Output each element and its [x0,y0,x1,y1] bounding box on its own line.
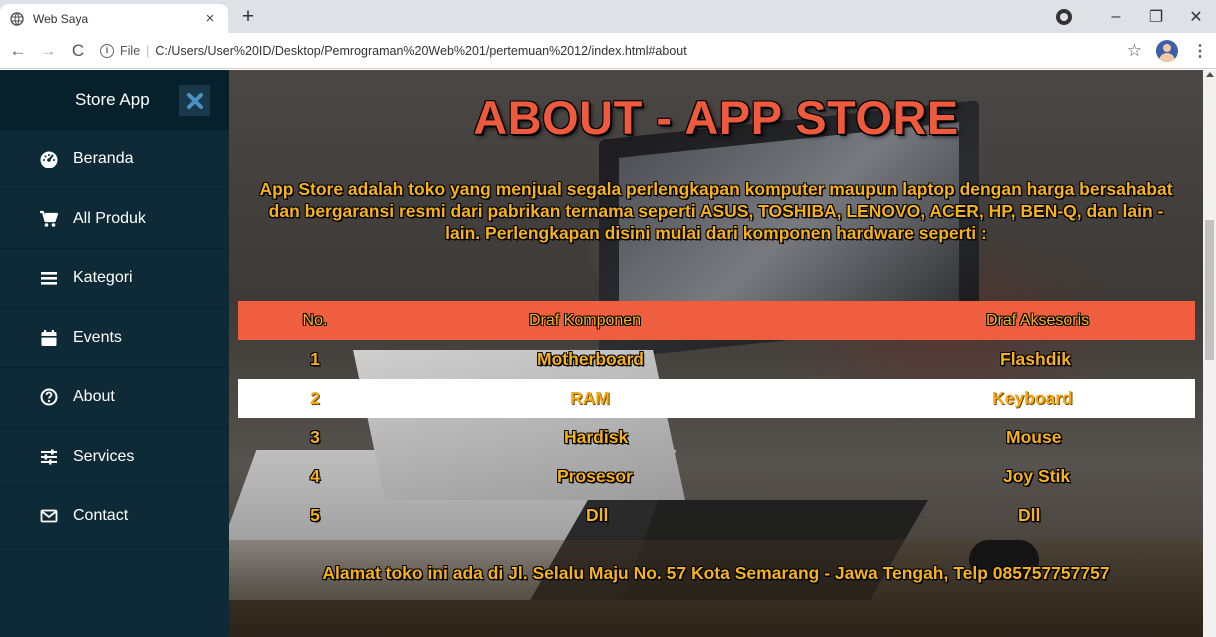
table-row: 2 RAM Keyboard [238,379,1195,418]
cell-aksesoris-text: Joy Stik [1003,466,1071,486]
cell-komponen: Prosesor [392,457,842,496]
sidebar-item-label: About [73,388,115,406]
list-icon [38,268,60,288]
cell-komponen-text: Motherboard [537,349,644,369]
forward-button[interactable]: → [36,41,60,61]
tachometer-icon [38,149,60,169]
sidebar-item-label: All Produk [73,209,146,227]
sidebar-item-label: Events [73,328,122,346]
new-tab-button[interactable]: + [236,5,260,29]
url-path: C:/Users/User%20ID/Desktop/Pemrograman%2… [155,43,687,58]
cell-no: 3 [310,427,320,447]
sidebar-item-contact[interactable]: Contact [0,487,229,547]
table-header-row: No. Draf Komponen Draf Aksesoris [238,301,1195,340]
sidebar-item-label: Services [73,447,135,465]
cell-komponen: RAM [392,379,842,418]
column-header-no: No. [238,301,392,340]
sidebar-close-button[interactable] [179,85,210,116]
address-footer: Alamat toko ini ada di Jl. Selalu Maju N… [322,563,1110,583]
sidebar-item-beranda[interactable]: Beranda [0,130,229,190]
cell-aksesoris: Joy Stik [842,457,1195,496]
url-separator: | [146,43,150,58]
cell-no: 1 [310,349,320,369]
cell-aksesoris-text: Flashdik [1000,349,1071,369]
cell-no: 5 [310,505,320,525]
sidebar-item-about[interactable]: About [0,368,229,428]
window-controls: – ❐ ✕ [1056,0,1216,33]
cell-aksesoris-text: Mouse [1006,427,1062,447]
profile-avatar[interactable] [1156,39,1178,62]
sidebar-item-label: Contact [73,507,129,525]
address-bar: ← → C i File | C:/Users/User%20ID/Deskto… [0,33,1216,69]
envelope-icon [38,506,60,526]
globe-icon [10,11,24,26]
sidebar-item-all-produk[interactable]: All Produk [0,190,229,249]
cell-komponen-text: RAM [570,388,610,408]
sidebar-item-services[interactable]: Services [0,428,229,487]
cell-aksesoris-text: Keyboard [992,388,1073,408]
cell-komponen: Hardisk [392,418,842,457]
column-header-aksesoris-label: Draf Aksesoris [986,311,1090,329]
back-button[interactable]: ← [6,41,30,61]
cell-komponen: Dll [392,496,842,535]
sidebar-item-kategori[interactable]: Kategori [0,249,229,309]
cell-aksesoris: Flashdik [842,340,1195,379]
column-header-komponen-label: Draf Komponen [529,311,642,329]
close-window-button[interactable]: ✕ [1176,7,1216,27]
cell-komponen: Motherboard [392,340,842,379]
column-header-aksesoris: Draf Aksesoris [842,301,1195,340]
cell-aksesoris-text: Dll [1018,505,1041,525]
column-header-komponen: Draf Komponen [392,301,842,340]
cart-icon [38,209,60,229]
cell-aksesoris: Keyboard [842,379,1195,418]
calendar-icon [38,328,60,348]
sidebar-title: Store App [75,90,150,109]
scroll-up-arrow-icon[interactable] [1206,72,1214,77]
url-scheme-label: File [120,43,141,58]
cell-no: 4 [310,466,320,486]
info-icon[interactable]: i [100,43,114,58]
table-row: 4 Prosesor Joy Stik [238,457,1195,496]
sidebar: Store App Beranda All Produk Kategori Ev… [0,70,229,637]
table-row: 3 Hardisk Mouse [238,418,1195,457]
table-row: 1 Motherboard Flashdik [238,340,1195,379]
browser-menu-icon[interactable]: ⋮ [1192,41,1208,61]
browser-tab-bar: Web Saya × + – ❐ ✕ [0,0,1216,33]
cell-komponen-text: Dll [586,505,609,525]
sidebar-item-label: Beranda [73,150,134,168]
minimize-button[interactable]: – [1096,8,1136,26]
cell-komponen-text: Hardisk [564,427,629,447]
page-scrollbar[interactable] [1203,70,1216,637]
cell-aksesoris: Dll [842,496,1195,535]
sidebar-item-events[interactable]: Events [0,309,229,368]
tab-close-icon[interactable]: × [202,10,218,27]
sidebar-item-label: Kategori [73,269,133,287]
tab-title: Web Saya [33,11,89,26]
url-field[interactable]: i File | C:/Users/User%20ID/Desktop/Pemr… [100,43,1127,58]
scroll-thumb[interactable] [1205,220,1214,360]
about-content: ABOUT - APP STORE App Store adalah toko … [229,70,1203,637]
cell-aksesoris: Mouse [842,418,1195,457]
sidebar-header: Store App [0,70,229,130]
restore-button[interactable]: ❐ [1136,7,1176,27]
reload-button[interactable]: C [66,41,90,61]
sliders-icon [38,447,60,467]
cell-no: 2 [238,379,392,418]
table-row: 5 Dll Dll [238,496,1195,535]
page-title: ABOUT - APP STORE [473,91,959,144]
product-table: No. Draf Komponen Draf Aksesoris 1 Mothe… [238,301,1195,535]
cell-komponen-text: Prosesor [557,466,633,486]
browser-tab[interactable]: Web Saya × [0,4,228,33]
close-icon [186,92,203,109]
intro-paragraph: App Store adalah toko yang menjual segal… [259,179,1173,243]
about-section: ABOUT - APP STORE App Store adalah toko … [229,70,1203,637]
question-circle-icon [38,387,60,407]
bookmark-star-icon[interactable]: ☆ [1127,41,1142,61]
extension-icon[interactable] [1056,8,1072,25]
